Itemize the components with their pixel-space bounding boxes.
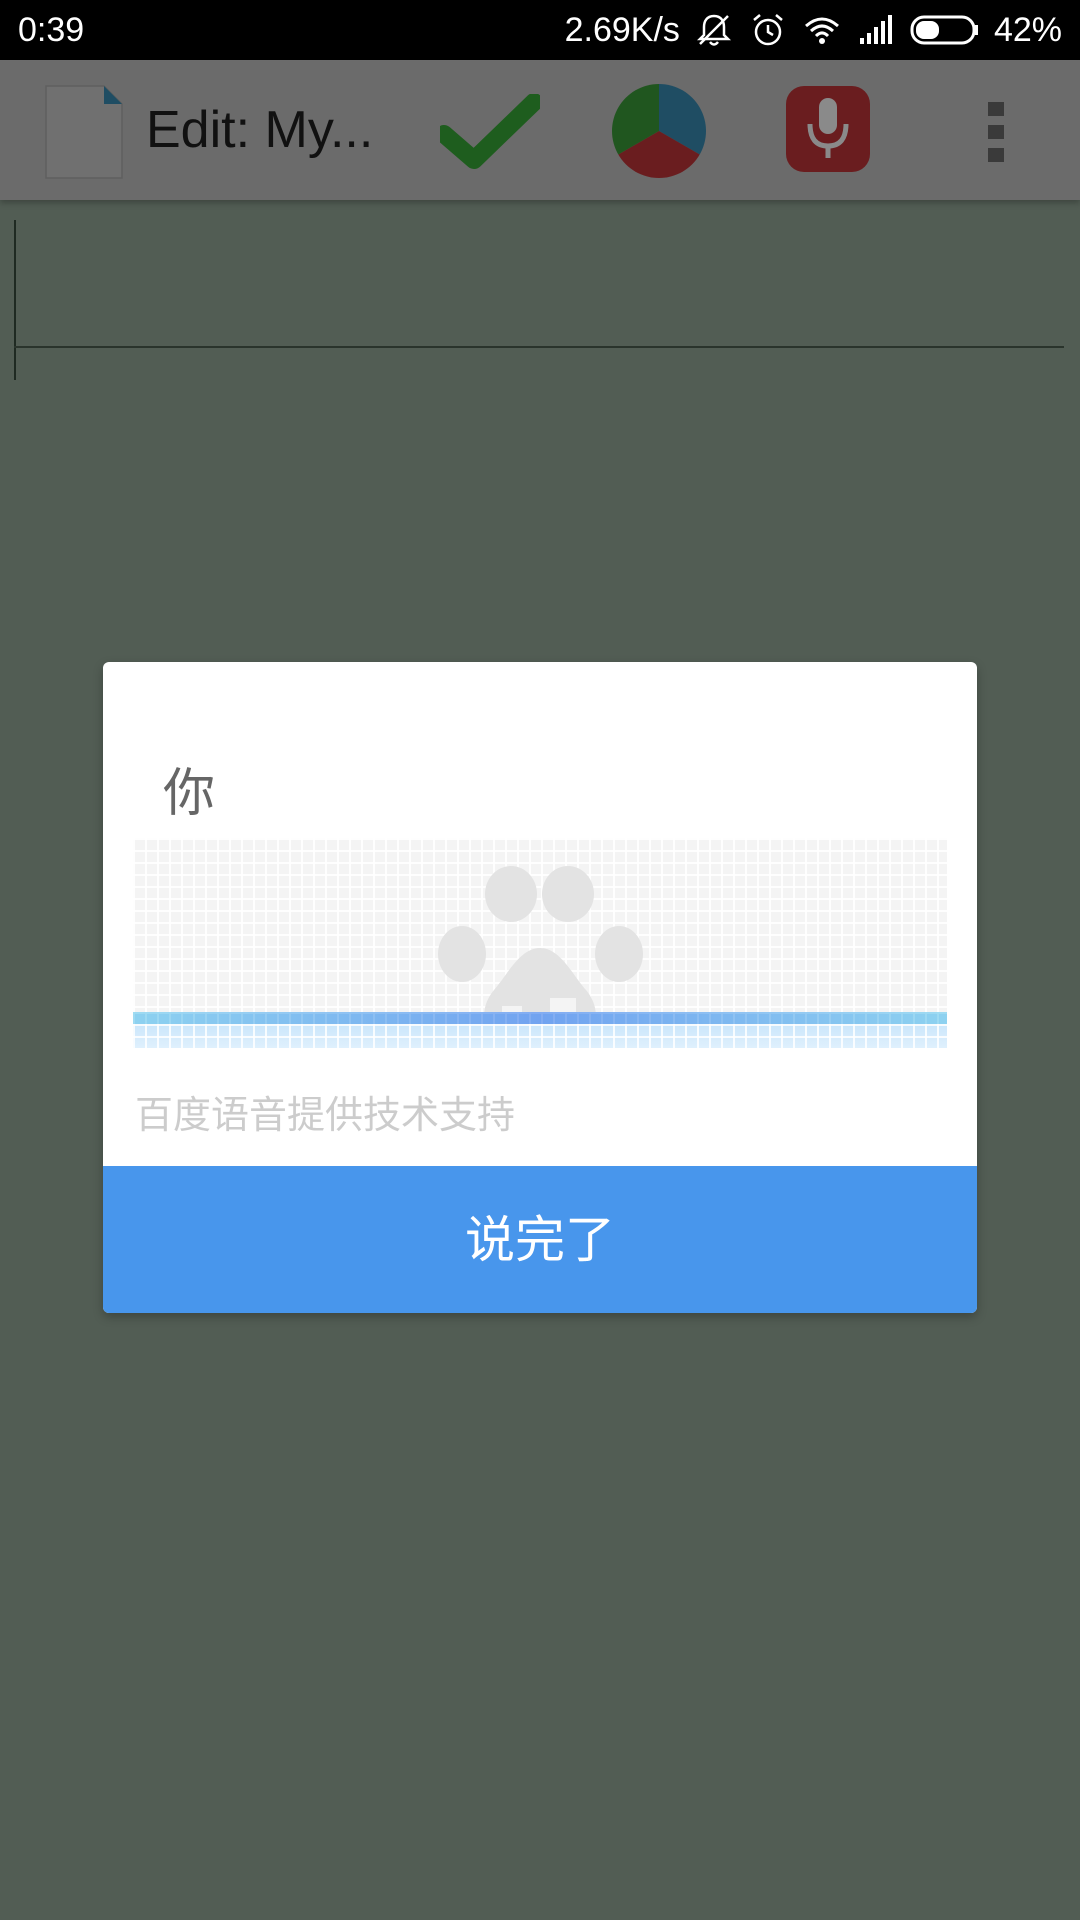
app-toolbar: Edit: My... <box>0 60 1080 200</box>
pie-chart-icon[interactable] <box>610 82 708 180</box>
battery-icon <box>910 15 978 45</box>
text-cursor <box>14 220 16 380</box>
done-speaking-button[interactable]: 说完了 <box>103 1166 977 1313</box>
overflow-menu-icon[interactable] <box>986 100 1006 164</box>
page-title: Edit: My... <box>146 101 374 159</box>
battery-percent: 42% <box>993 10 1062 49</box>
alarm-icon <box>753 14 783 46</box>
status-icons: 2.69K/s 42% <box>565 0 1062 60</box>
document-icon[interactable] <box>44 84 124 180</box>
audio-level-highlight <box>133 1012 947 1024</box>
bell-off-icon <box>696 14 731 46</box>
signal-icon <box>859 15 892 44</box>
network-speed: 2.69K/s <box>564 10 680 49</box>
wifi-icon <box>804 17 839 44</box>
status-bar: 0:39 2.69K/s 42% <box>0 0 1080 60</box>
voice-visualizer <box>133 838 947 1048</box>
input-underline <box>14 346 1064 348</box>
voice-input-dialog: 你 百度语音提供技术支持 说完了 <box>103 662 977 1313</box>
status-time: 0:39 <box>18 11 85 49</box>
microphone-icon[interactable] <box>784 84 872 174</box>
baidu-paw-icon <box>438 866 643 1036</box>
powered-by-credit: 百度语音提供技术支持 <box>135 1093 516 1137</box>
recognized-text: 你 <box>163 764 216 824</box>
checkmark-icon[interactable] <box>440 94 540 170</box>
